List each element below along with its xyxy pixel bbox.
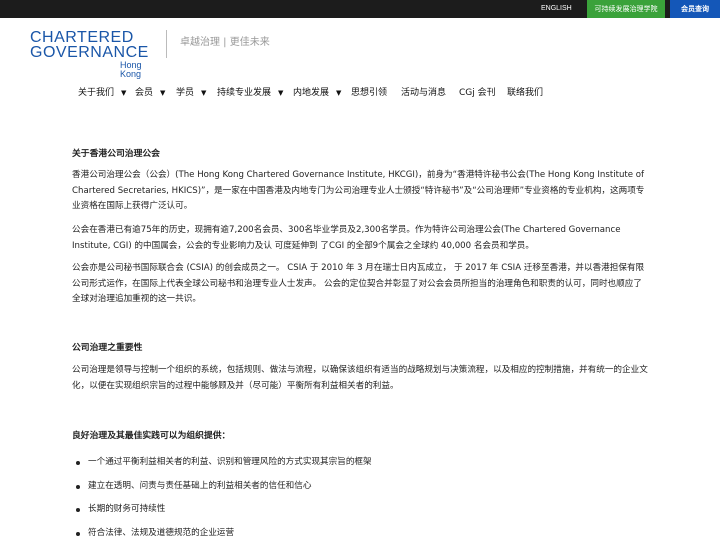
dropdown-arrow-icon: ▼	[336, 89, 341, 97]
nav-item-contact[interactable]: 联络我们	[507, 86, 543, 100]
nav-label: 关于我们	[78, 88, 114, 98]
nav-item-mainland[interactable]: 内地发展 ▼	[293, 86, 341, 100]
nav-label: 持续专业发展	[217, 88, 271, 98]
nav-item-members[interactable]: 会员 ▼	[135, 86, 165, 100]
list-item: 建立在透明、问责与责任基础上的利益相关者的信任和信心	[72, 479, 372, 503]
benefits-list: 一个通过平衡利益相关者的利益、识别和管理风险的方式实现其宗旨的框架 建立在透明、…	[72, 455, 372, 549]
about-paragraph-1: 香港公司治理公会（公会）(The Hong Kong Chartered Gov…	[72, 168, 648, 215]
list-item: 一个通过平衡利益相关者的利益、识别和管理风险的方式实现其宗旨的框架	[72, 455, 372, 479]
about-heading: 关于香港公司治理公会	[72, 147, 160, 163]
dropdown-arrow-icon: ▼	[160, 89, 165, 97]
list-item: 符合法律、法规及道德规范的企业运营	[72, 526, 372, 549]
logo-line-governance: GOVERNANCE	[30, 45, 149, 61]
site-logo[interactable]: CHARTERED GOVERNANCE Hong Kong	[30, 28, 160, 72]
logo-line-hongkong: Hong Kong	[120, 61, 160, 79]
nav-item-cpd[interactable]: 持续专业发展 ▼	[217, 86, 283, 100]
list-item: 长期的财务可持续性	[72, 502, 372, 526]
tagline: 卓越治理 | 更佳未来	[180, 37, 270, 49]
top-utility-bar: ENGLISH 可持续发展治理学院 会员查询	[0, 0, 720, 18]
english-language-link[interactable]: ENGLISH	[541, 0, 572, 18]
academy-button[interactable]: 可持续发展治理学院	[587, 0, 665, 18]
about-paragraph-3: 公会亦是公司秘书国际联合会 (CSIA) 的创会成员之一。 CSIA 于 201…	[72, 261, 648, 308]
nav-label: 会员	[135, 88, 153, 98]
importance-heading: 公司治理之重要性	[72, 341, 142, 357]
nav-item-about[interactable]: 关于我们 ▼	[78, 86, 126, 100]
nav-item-thought-leadership[interactable]: 思想引领	[351, 86, 387, 100]
importance-paragraph: 公司治理是领导与控制一个组织的系统，包括规则、做法与流程，以确保该组织有适当的战…	[72, 363, 648, 394]
dropdown-arrow-icon: ▼	[278, 89, 283, 97]
benefits-heading: 良好治理及其最佳实践可以为组织提供：	[72, 429, 230, 445]
nav-item-cgj-journal[interactable]: CGj 会刊	[459, 86, 496, 100]
dropdown-arrow-icon: ▼	[121, 89, 126, 97]
nav-item-students[interactable]: 学员 ▼	[176, 86, 206, 100]
nav-label: 学员	[176, 88, 194, 98]
nav-label: 内地发展	[293, 88, 329, 98]
logo-divider	[166, 30, 167, 58]
about-paragraph-2: 公会在香港已有逾75年的历史，现拥有逾7,200名会员、300名毕业学员及2,3…	[72, 223, 648, 254]
nav-item-events-news[interactable]: 活动与消息	[401, 86, 446, 100]
dropdown-arrow-icon: ▼	[201, 89, 206, 97]
member-enquiry-button[interactable]: 会员查询	[670, 0, 720, 18]
